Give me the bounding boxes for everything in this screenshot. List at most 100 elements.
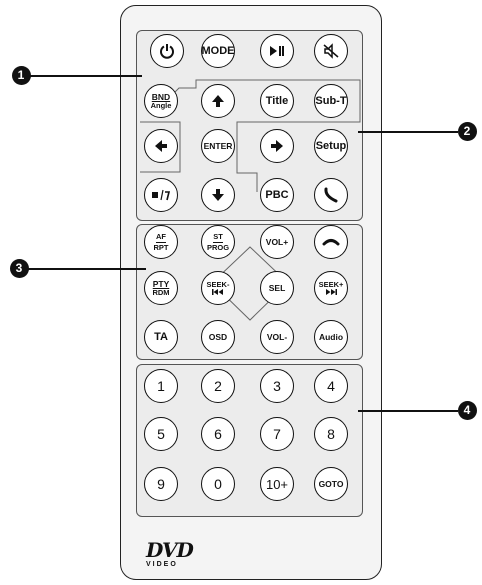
pty-rdm-button[interactable]: PTY RDM	[144, 271, 178, 305]
call-answer-button[interactable]	[314, 178, 348, 212]
st-label: ST	[213, 232, 223, 243]
bnd-angle-button[interactable]: BND Angle	[144, 84, 178, 118]
arrow-up-icon	[212, 95, 224, 107]
volume-up-button[interactable]: VOL+	[260, 225, 294, 259]
number-2-button[interactable]: 2	[201, 369, 235, 403]
volume-up-label: VOL+	[265, 236, 289, 247]
seek-plus-label: SEEK+	[318, 280, 344, 290]
number-3-button[interactable]: 3	[260, 369, 294, 403]
title-label: Title	[265, 94, 289, 107]
number-label: 6	[214, 426, 222, 442]
sub-t-button[interactable]: Sub-T	[314, 84, 348, 118]
number-label: 7	[273, 426, 281, 442]
sel-label: SEL	[268, 282, 286, 293]
down-button[interactable]	[201, 178, 235, 212]
mode-label: MODE	[201, 44, 235, 57]
sub-t-label: Sub-T	[315, 94, 347, 107]
callout-line-2	[358, 131, 458, 133]
callout-line-1	[30, 75, 142, 77]
seek-minus-button[interactable]: SEEK-	[201, 271, 235, 305]
af-label: AF	[156, 232, 166, 243]
number-4-button[interactable]: 4	[314, 369, 348, 403]
ta-label: TA	[154, 330, 168, 343]
connector-lines	[140, 79, 361, 321]
goto-button[interactable]: GOTO	[314, 467, 348, 501]
osd-button[interactable]: OSD	[201, 320, 235, 354]
number-9-button[interactable]: 9	[144, 467, 178, 501]
arrow-left-icon	[155, 140, 167, 152]
prog-label: PROG	[206, 242, 230, 252]
callout-marker-2: 2	[457, 121, 477, 141]
play-pause-button[interactable]	[260, 34, 294, 68]
number-label: 5	[157, 426, 165, 442]
setup-label: Setup	[315, 139, 347, 152]
arrow-right-icon	[271, 140, 283, 152]
number-label: 4	[327, 378, 335, 394]
number-label: 1	[157, 378, 165, 394]
call-hangup-button[interactable]	[314, 225, 348, 259]
stop-return-icon	[152, 189, 171, 201]
audio-label: Audio	[318, 331, 344, 342]
af-rpt-button[interactable]: AF RPT	[144, 225, 178, 259]
dvd-video-logo: DVD VIDEO	[146, 540, 202, 568]
audio-button[interactable]: Audio	[314, 320, 348, 354]
callout-number: 1	[17, 68, 25, 82]
pbc-button[interactable]: PBC	[260, 178, 294, 212]
dvd-logo-text: DVD	[146, 538, 194, 562]
number-5-button[interactable]: 5	[144, 417, 178, 451]
callout-line-4	[358, 410, 458, 412]
number-8-button[interactable]: 8	[314, 417, 348, 451]
seek-minus-label: SEEK-	[206, 280, 230, 290]
seek-plus-button[interactable]: SEEK+	[314, 271, 348, 305]
title-button[interactable]: Title	[260, 84, 294, 118]
call-answer-icon	[324, 187, 338, 203]
rdm-label: RDM	[152, 287, 170, 297]
left-button[interactable]	[144, 129, 178, 163]
callout-marker-4: 4	[457, 400, 477, 420]
video-logo-text: VIDEO	[146, 561, 178, 568]
play-pause-icon	[270, 46, 284, 56]
osd-label: OSD	[208, 331, 228, 342]
callout-number: 2	[463, 124, 471, 138]
number-label: 2	[214, 378, 222, 394]
sel-button[interactable]: SEL	[260, 271, 294, 305]
mute-button[interactable]	[314, 34, 348, 68]
goto-label: GOTO	[318, 478, 344, 489]
mute-icon	[323, 43, 339, 59]
number-label: 8	[327, 426, 335, 442]
number-6-button[interactable]: 6	[201, 417, 235, 451]
pbc-label: PBC	[265, 188, 289, 201]
volume-down-button[interactable]: VOL-	[260, 320, 294, 354]
enter-label: ENTER	[203, 140, 233, 151]
call-hangup-icon	[322, 239, 340, 246]
ten-plus-label: 10+	[265, 476, 289, 492]
rpt-label: RPT	[153, 242, 169, 252]
right-button[interactable]	[260, 129, 294, 163]
number-7-button[interactable]: 7	[260, 417, 294, 451]
power-button[interactable]	[150, 34, 184, 68]
enter-button[interactable]: ENTER	[201, 129, 235, 163]
number-1-button[interactable]: 1	[144, 369, 178, 403]
callout-marker-3: 3	[9, 258, 29, 278]
stop-return-button[interactable]	[144, 178, 178, 212]
previous-icon	[212, 288, 223, 295]
setup-button[interactable]: Setup	[314, 129, 348, 163]
number-label: 9	[157, 476, 165, 492]
volume-down-label: VOL-	[266, 331, 288, 342]
callout-marker-1: 1	[11, 65, 31, 85]
next-icon	[326, 288, 337, 295]
number-label: 0	[214, 476, 222, 492]
ten-plus-button[interactable]: 10+	[260, 467, 294, 501]
arrow-down-icon	[212, 189, 224, 201]
st-prog-button[interactable]: ST PROG	[201, 225, 235, 259]
angle-label: Angle	[150, 100, 172, 110]
number-label: 3	[273, 378, 281, 394]
up-button[interactable]	[201, 84, 235, 118]
callout-number: 3	[15, 261, 23, 275]
number-0-button[interactable]: 0	[201, 467, 235, 501]
callout-line-3	[28, 268, 146, 270]
callout-number: 4	[463, 403, 471, 417]
mode-button[interactable]: MODE	[201, 34, 235, 68]
power-icon	[160, 44, 174, 59]
ta-button[interactable]: TA	[144, 320, 178, 354]
